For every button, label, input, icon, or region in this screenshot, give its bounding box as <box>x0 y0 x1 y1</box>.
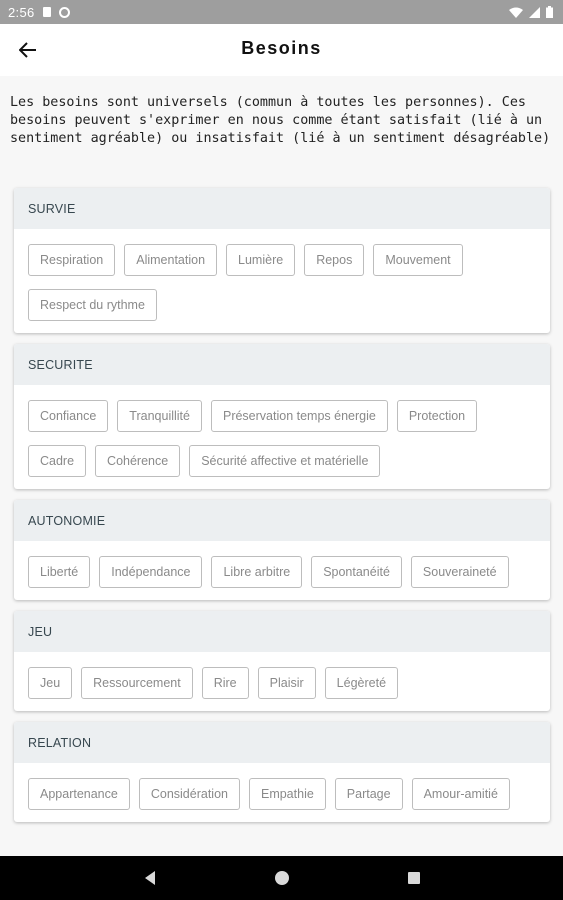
need-chip[interactable]: Respiration <box>28 244 116 276</box>
home-circle-icon <box>274 871 289 885</box>
need-chip[interactable]: Ressourcement <box>81 667 193 699</box>
need-chip[interactable]: Rire <box>201 667 249 699</box>
need-chip[interactable]: Cohérence <box>95 445 181 477</box>
need-chip-group: Jeu Ressourcement Rire Plaisir Légèreté <box>14 652 550 711</box>
need-chip[interactable]: Amour-amitié <box>411 778 510 810</box>
need-chip[interactable]: Lumière <box>226 244 296 276</box>
need-chip[interactable]: Cadre <box>28 445 87 477</box>
need-chip[interactable]: Empathie <box>248 778 326 810</box>
category-card: RELATION Appartenance Considération Empathi… <box>14 722 550 822</box>
need-chip[interactable]: Indépendance <box>99 556 203 588</box>
intro-text: Les besoins sont universels (commun à to… <box>10 95 551 146</box>
status-right <box>509 6 553 18</box>
need-chip[interactable]: Repos <box>304 244 365 276</box>
need-chip[interactable]: Jeu <box>28 667 73 699</box>
need-chip[interactable]: Souveraineté <box>410 556 509 588</box>
need-chip[interactable]: Spontanéité <box>311 556 402 588</box>
category-card: SECURITE Confiance Tranquillité Préservatio… <box>14 344 550 489</box>
sd-card-icon <box>42 7 51 17</box>
nav-recents-button[interactable] <box>400 864 428 892</box>
status-bar: 2:56 <box>0 0 563 24</box>
category-title: AUTONOMIE <box>14 500 550 541</box>
category-title: JEU <box>14 611 550 652</box>
category-list: SURVIE Respiration Alimentation Lumière Repo… <box>0 188 563 822</box>
wifi-icon <box>509 7 523 18</box>
status-time: 2:56 <box>8 4 35 20</box>
category-title: SURVIE <box>14 188 550 229</box>
need-chip-group: Appartenance Considération Empathie Partage… <box>14 763 550 822</box>
category-title: RELATION <box>14 722 550 763</box>
back-triangle-icon <box>144 871 155 885</box>
category-card: AUTONOMIE Liberté Indépendance Libre arbitr… <box>14 500 550 600</box>
need-chip[interactable]: Alimentation <box>124 244 218 276</box>
need-chip[interactable]: Confiance <box>28 400 109 432</box>
recents-square-icon <box>407 872 420 884</box>
need-chip[interactable]: Partage <box>334 778 403 810</box>
need-chip[interactable]: Protection <box>396 400 478 432</box>
nav-bar <box>0 856 563 900</box>
nav-home-button[interactable] <box>268 864 296 892</box>
category-card: SURVIE Respiration Alimentation Lumière Repo… <box>14 188 550 333</box>
category-card: JEU Jeu Ressourcement Rire Plaisir Légèreté <box>14 611 550 711</box>
no-sim-icon <box>58 6 70 18</box>
need-chip[interactable]: Respect du rythme <box>28 289 157 321</box>
nav-back-button[interactable] <box>136 864 164 892</box>
need-chip[interactable]: Mouvement <box>373 244 463 276</box>
page-title: Besoins <box>241 38 322 58</box>
need-chip[interactable]: Plaisir <box>257 667 316 699</box>
need-chip[interactable]: Considération <box>138 778 240 810</box>
status-left: 2:56 <box>8 5 70 20</box>
signal-icon <box>529 6 540 18</box>
need-chip-group: Confiance Tranquillité Préservation temps … <box>14 385 550 489</box>
need-chip[interactable]: Légèreté <box>324 667 399 699</box>
need-chip[interactable]: Liberté <box>28 556 91 588</box>
need-chip[interactable]: Appartenance <box>28 778 130 810</box>
need-chip-group: Respiration Alimentation Lumière Repos Mouve… <box>14 229 550 333</box>
need-chip[interactable]: Préservation temps énergie <box>210 400 388 432</box>
need-chip[interactable]: Tranquillité <box>117 400 202 432</box>
category-title: SECURITE <box>14 344 550 385</box>
content-area[interactable]: Les besoins sont universels (commun à to… <box>0 76 563 856</box>
app-bar: Besoins <box>0 24 563 76</box>
need-chip-group: Liberté Indépendance Libre arbitre Spontané… <box>14 541 550 600</box>
need-chip[interactable]: Libre arbitre <box>211 556 303 588</box>
battery-icon <box>546 6 553 18</box>
need-chip[interactable]: Sécurité affective et matérielle <box>189 445 381 477</box>
